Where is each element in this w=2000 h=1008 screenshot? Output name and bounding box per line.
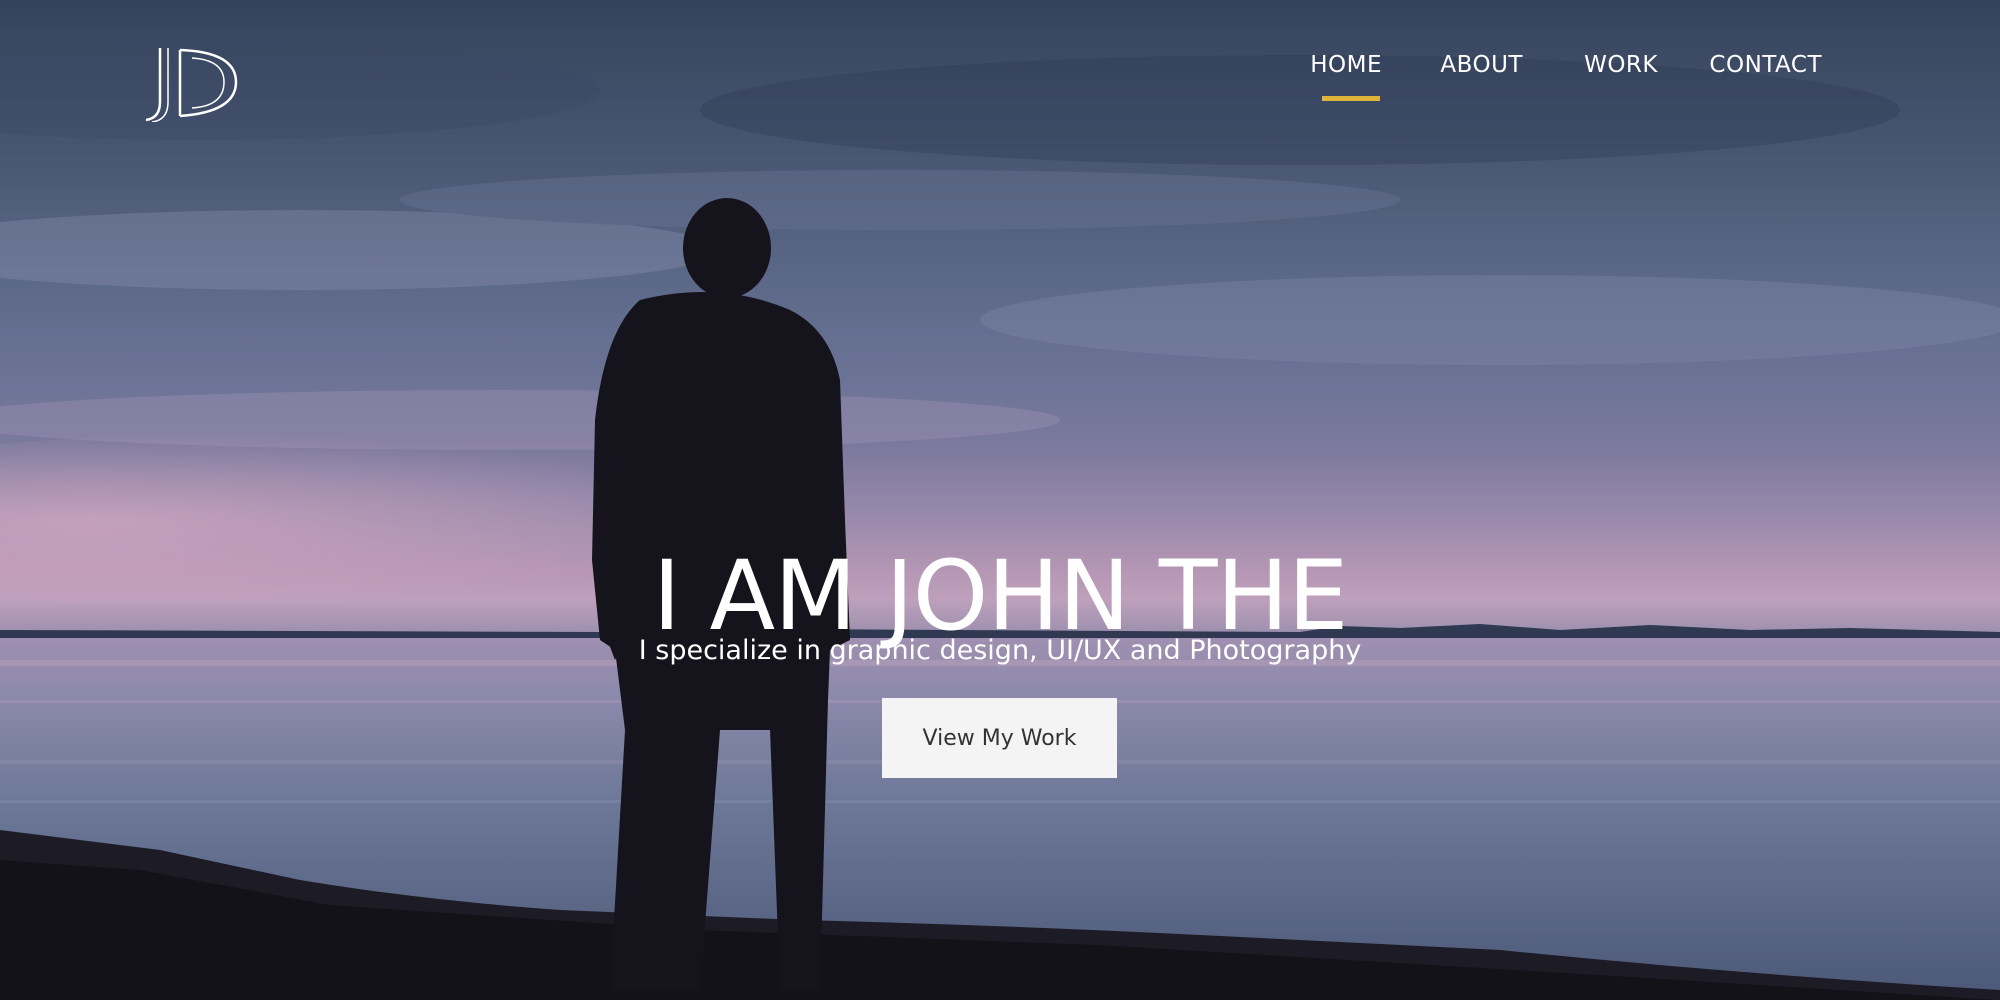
nav-active-underline bbox=[1322, 96, 1380, 101]
nav-item-work[interactable]: WORK bbox=[1584, 52, 1658, 78]
nav-item-home[interactable]: HOME bbox=[1310, 52, 1382, 78]
hero-section: HOME ABOUT WORK CONTACT I AM JOHN THE I … bbox=[0, 0, 2000, 1000]
hero-background-image bbox=[0, 40, 2000, 1000]
page-bottom-edge bbox=[0, 1000, 2000, 1008]
hero-subtitle: I specialize in graphic design, UI/UX an… bbox=[638, 635, 1362, 666]
nav-item-about[interactable]: ABOUT bbox=[1440, 52, 1523, 78]
nav-item-contact[interactable]: CONTACT bbox=[1709, 52, 1822, 78]
sky-clouds bbox=[0, 40, 2000, 450]
logo-jd[interactable] bbox=[140, 44, 250, 122]
view-my-work-button[interactable]: View My Work bbox=[882, 698, 1117, 778]
